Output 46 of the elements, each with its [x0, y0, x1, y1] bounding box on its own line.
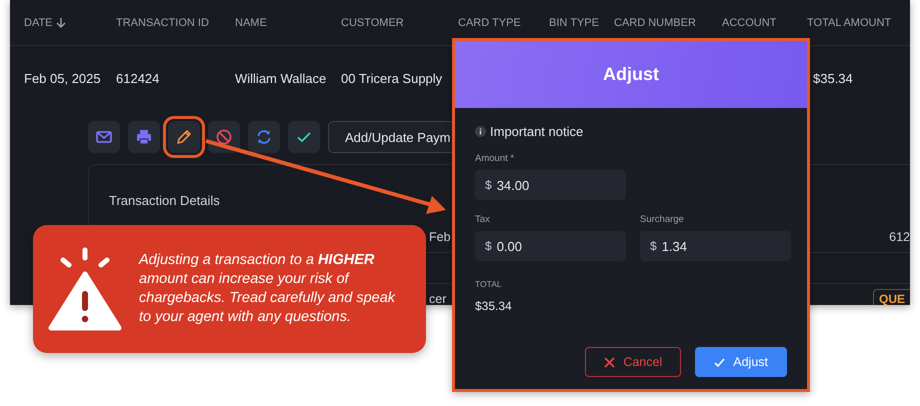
column-header[interactable]: NAME: [235, 16, 267, 28]
table-cell-text: 612424: [116, 71, 160, 86]
input-field[interactable]: $ 0.00: [475, 231, 626, 261]
ban-icon: [215, 128, 233, 146]
column-header[interactable]: CUSTOMER: [341, 16, 404, 28]
detail-text: cer: [429, 292, 446, 305]
action-button[interactable]: [88, 121, 120, 153]
warning-text: Adjusting a transaction to a HIGHER amount can increase your risk of chargebacks. Tread carefully and speak to your agent with any questions.: [139, 251, 396, 327]
column-header[interactable]: ACCOUNT: [722, 16, 776, 28]
input-field[interactable]: $ 34.00: [475, 170, 626, 200]
detail-text: Feb: [429, 230, 451, 244]
sync-icon: [255, 128, 273, 146]
dialog-title: Adjust: [455, 41, 807, 108]
column-header[interactable]: BIN TYPE: [549, 16, 599, 28]
column-header[interactable]: DATE: [24, 16, 53, 28]
column-header[interactable]: CARD NUMBER: [614, 16, 696, 28]
action-button[interactable]: [248, 121, 280, 153]
info-icon: [475, 126, 486, 137]
column-header[interactable]: TOTAL AMOUNT: [807, 16, 892, 28]
check-icon: [714, 356, 726, 368]
column-header[interactable]: TRANSACTION ID: [116, 16, 209, 28]
input-field[interactable]: $ 1.34: [640, 231, 791, 261]
close-icon: [604, 356, 616, 368]
action-button[interactable]: [288, 121, 320, 153]
field-label: Surcharge: [640, 214, 684, 225]
notice-text: Important notice: [490, 124, 584, 139]
total-value: $35.34: [475, 299, 512, 313]
total-label: TOTAL: [475, 279, 502, 289]
mail-icon: [95, 128, 113, 146]
table-cell-text: 00 Tricera Supply: [341, 71, 444, 86]
field-label: Tax: [475, 214, 490, 225]
table-cell-text: $35.34: [812, 71, 854, 86]
detail-text: 612: [889, 230, 910, 244]
action-button[interactable]: [168, 121, 200, 153]
sort-arrow-icon[interactable]: [56, 17, 66, 28]
table-cell-text: Feb 05, 2025: [24, 71, 102, 86]
cancel-button[interactable]: Cancel: [585, 347, 682, 377]
adjust-button[interactable]: Adjust: [695, 347, 787, 377]
table-cell-text: William Wallace: [235, 71, 328, 86]
pencil-icon: [175, 128, 193, 146]
column-header[interactable]: CARD TYPE: [458, 16, 521, 28]
field-label: Amount *: [475, 153, 514, 164]
printer-icon: [135, 128, 153, 146]
status-badge: QUE: [872, 289, 910, 305]
details-title: Transaction Details: [109, 193, 220, 208]
action-button[interactable]: [128, 121, 160, 153]
